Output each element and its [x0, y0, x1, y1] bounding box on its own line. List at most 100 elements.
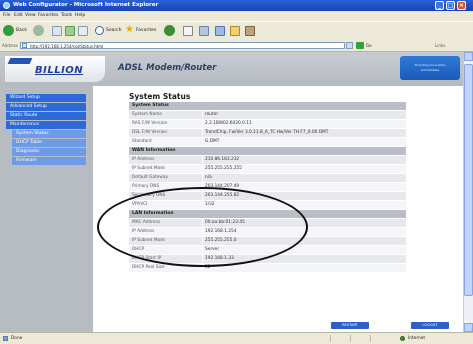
favorites-button-label[interactable]: Favorites [136, 25, 156, 37]
row-value: G.DMT [205, 139, 220, 144]
row-label: System Name [132, 112, 163, 117]
browser-status-bar: Done Internet [0, 332, 473, 344]
logout-button[interactable]: LOGOUT [411, 322, 449, 329]
search-button-label[interactable]: Search [106, 25, 121, 37]
mail-icon[interactable] [183, 26, 193, 36]
row-value: 192.168.1.33 [205, 256, 234, 261]
row-value: 255.255.255.255 [205, 166, 242, 171]
search-icon[interactable] [95, 26, 104, 35]
row-label: MAC Address [132, 220, 161, 225]
go-button[interactable]: Go [366, 40, 372, 51]
zone-text: Internet [408, 336, 426, 341]
home-icon[interactable] [78, 26, 88, 36]
table-row: Standard G.DMT [129, 138, 406, 146]
menu-view[interactable]: View [25, 11, 36, 21]
back-button-label[interactable]: Back [16, 25, 27, 37]
status-text: Done [11, 336, 23, 341]
billion-logo: BILLION [5, 56, 105, 82]
table-row: RAS F/W Version 2.2.1BW02.6020.0.11 [129, 120, 406, 128]
wan-information-heading: WAN Information [129, 147, 406, 155]
page-icon [22, 43, 27, 48]
sidebar-item-firmware[interactable]: Firmware [12, 157, 86, 165]
vertical-scrollbar[interactable] [463, 52, 473, 332]
menu-favorites[interactable]: Favorites [38, 11, 58, 21]
row-value: 00:aa:bb:01:23:45 [205, 220, 245, 225]
page-title: System Status [129, 92, 191, 101]
close-button[interactable]: × [457, 1, 466, 10]
address-bar: Address http://192.168.1.254/cgi/Status.… [0, 40, 473, 52]
row-label: Default Gateway [132, 175, 169, 180]
row-value: n/a [205, 175, 212, 180]
refresh-icon[interactable] [65, 26, 75, 36]
row-value: 2.2.1BW02.6020.0.11 [205, 121, 252, 126]
table-row: System Name router [129, 111, 406, 119]
favorites-star-icon[interactable]: ★ [125, 24, 134, 36]
address-dropdown-icon[interactable] [346, 42, 353, 49]
row-label: Secondary DNS [132, 193, 166, 198]
table-row: IP Subnet Mask 255.255.255.0 [129, 237, 406, 245]
go-arrow-icon[interactable] [356, 42, 364, 49]
status-divider [330, 335, 331, 342]
row-value: 203.144.255.82 [205, 193, 240, 198]
row-label: IP Subnet Mask [132, 166, 165, 171]
router-header: BILLION ADSL Modem/Router Providing Inno… [0, 52, 463, 86]
sidebar-item-wizard-setup[interactable]: Wizard Setup [6, 94, 86, 102]
discuss-icon[interactable] [245, 26, 255, 36]
header-badge: Providing Innovative and Reliable [400, 56, 460, 80]
internet-zone-icon [400, 336, 405, 341]
main-content: System Status System Status System Name r… [93, 86, 463, 332]
sidebar-item-maintenance[interactable]: Maintenance [6, 121, 86, 129]
internet-explorer-icon [3, 2, 10, 9]
table-row: Secondary DNS 203.144.255.82 [129, 192, 406, 200]
row-label: VPI/VCI [132, 202, 148, 207]
sidebar-item-static-route[interactable]: Static Route [6, 112, 86, 120]
row-value: 210.86.183.232 [205, 157, 240, 162]
row-value: 32 [205, 265, 211, 270]
scroll-down-arrow-icon[interactable] [464, 323, 473, 332]
back-arrow-icon[interactable] [3, 25, 14, 36]
scroll-thumb[interactable] [464, 64, 473, 296]
window-title-bar[interactable]: Web Configurator - Microsoft Internet Ex… [0, 0, 473, 11]
table-row: MAC Address 00:aa:bb:01:23:45 [129, 219, 406, 227]
maximize-button[interactable]: □ [446, 1, 455, 10]
restart-button[interactable]: RESTART [331, 322, 369, 329]
badge-line-2: and Reliable [420, 68, 440, 72]
row-value: Server [205, 247, 220, 252]
row-value: 255.255.255.0 [205, 238, 237, 243]
row-value: TrendChip, Fw/Ver 3.0.11.8_A_TC Hw/Ver T… [205, 130, 329, 135]
forward-arrow-icon[interactable] [33, 25, 44, 36]
address-input[interactable]: http://192.168.1.254/cgi/Status.html [20, 42, 345, 49]
menu-edit[interactable]: Edit [14, 11, 23, 21]
table-row: DHCP Pool Size 32 [129, 264, 406, 272]
row-label: DHCP [132, 247, 145, 252]
stop-icon[interactable] [52, 26, 62, 36]
menu-help[interactable]: Help [75, 11, 85, 21]
table-row: Default Gateway n/a [129, 174, 406, 182]
badge-line-1: Providing Innovative [414, 63, 446, 67]
folder-icon[interactable] [230, 26, 240, 36]
minimize-button[interactable]: _ [435, 1, 444, 10]
table-row: DHCP Start IP 192.168.1.33 [129, 255, 406, 263]
web-page: BILLION ADSL Modem/Router Providing Inno… [0, 52, 463, 332]
lan-information-heading: LAN Information [129, 210, 406, 218]
row-label: DHCP Pool Size [132, 265, 165, 270]
menu-file[interactable]: File [3, 11, 11, 21]
print-icon[interactable] [199, 26, 209, 36]
status-divider [350, 335, 351, 342]
row-label: IP Subnet Mask [132, 238, 165, 243]
product-title: ADSL Modem/Router [118, 63, 217, 73]
links-button[interactable]: Links [435, 40, 445, 51]
logo-stripe [7, 58, 33, 64]
sidebar-item-dhcp-table[interactable]: DHCP Table [12, 139, 86, 147]
sidebar-item-advanced-setup[interactable]: Advanced Setup [6, 103, 86, 111]
sidebar-item-system-status[interactable]: System Status [12, 130, 86, 138]
row-label: RAS F/W Version [132, 121, 168, 126]
sidebar-nav: Wizard Setup Advanced Setup Static Route… [0, 86, 93, 332]
edit-icon[interactable] [215, 26, 225, 36]
row-label: Primary DNS [132, 184, 160, 189]
sidebar-item-diagnostic[interactable]: Diagnostic [12, 148, 86, 156]
status-divider [370, 335, 371, 342]
history-icon[interactable] [164, 25, 175, 36]
menu-tools[interactable]: Tools [61, 11, 72, 21]
scroll-up-arrow-icon[interactable] [464, 52, 473, 61]
